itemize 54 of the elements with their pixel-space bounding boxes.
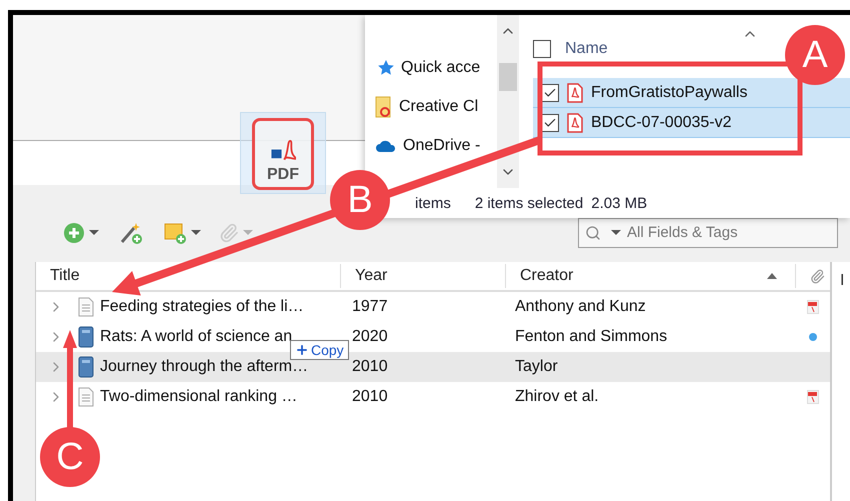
- cloud-icon: [375, 139, 397, 153]
- name-column-header[interactable]: Name: [565, 40, 608, 58]
- search-field[interactable]: All Fields & Tags: [578, 218, 838, 248]
- item-pane-text: I: [840, 272, 844, 289]
- scroll-thumb[interactable]: [499, 62, 517, 90]
- selection-size-text: 2.03 MB: [591, 194, 648, 212]
- pdf-attachment-icon: [806, 390, 818, 404]
- pdf-file-icon: [567, 112, 583, 132]
- wand-icon: [119, 220, 143, 244]
- selection-status-text: 2 items selected: [474, 194, 584, 212]
- add-icon: [63, 222, 85, 244]
- year-cell-text: 1977: [351, 298, 389, 316]
- file-row[interactable]: BDCC-07-00035-v2: [533, 108, 850, 138]
- plus-icon: [295, 343, 309, 357]
- title-cell: Feeding strategies of the li…: [100, 298, 304, 316]
- creator-cell-text: Taylor: [514, 358, 559, 376]
- book-icon: [78, 326, 94, 348]
- file-type-label: PDF: [267, 166, 299, 184]
- sort-ascending-icon: [767, 273, 777, 279]
- item-count-text: items: [415, 194, 451, 212]
- year-cell-text: 2010: [351, 388, 389, 406]
- navigation-item[interactable]: OneDrive -: [375, 137, 497, 155]
- magic-wand-button[interactable]: [119, 220, 143, 244]
- new-note-button[interactable]: [163, 220, 201, 244]
- document-icon: [78, 297, 94, 317]
- creator-cell-text: Zhirov et al.: [514, 388, 600, 406]
- year-cell-text: 2010: [351, 358, 389, 376]
- year-cell-text: 2020: [351, 328, 389, 346]
- select-all-checkbox[interactable]: [533, 40, 551, 58]
- link-dot-icon: [808, 332, 818, 342]
- column-header[interactable]: Creator: [505, 264, 795, 288]
- book-icon: [78, 356, 94, 378]
- navigation-item[interactable]: Creative Cl: [375, 96, 497, 118]
- column-header[interactable]: Year: [340, 264, 505, 288]
- title-cell: Two-dimensional ranking …: [100, 388, 298, 406]
- paperclip-icon: [810, 268, 825, 284]
- copy-tooltip: Copy: [290, 340, 349, 360]
- scrollbar[interactable]: [497, 15, 519, 188]
- document-icon: [78, 387, 94, 407]
- creator-cell-text: Fenton and Simmons: [514, 328, 668, 346]
- search-icon: [585, 224, 601, 240]
- title-cell: Journey through the afterm…: [100, 358, 308, 376]
- pdf-file-icon: [567, 82, 583, 102]
- pdf-attachment-icon: [806, 300, 818, 314]
- callout-marker: C: [40, 427, 100, 487]
- creator-cell-text: Anthony and Kunz: [514, 298, 647, 316]
- new-item-button[interactable]: [63, 222, 99, 244]
- paperclip-icon: [219, 222, 239, 242]
- folder-icon: [375, 96, 393, 118]
- note-icon: [163, 220, 187, 244]
- navigation-item[interactable]: Quick acce: [375, 59, 497, 77]
- title-cell: Rats: A world of science an: [100, 328, 292, 346]
- column-header[interactable]: Title: [36, 264, 340, 288]
- file-row[interactable]: FromGratistoPaywalls: [533, 78, 850, 108]
